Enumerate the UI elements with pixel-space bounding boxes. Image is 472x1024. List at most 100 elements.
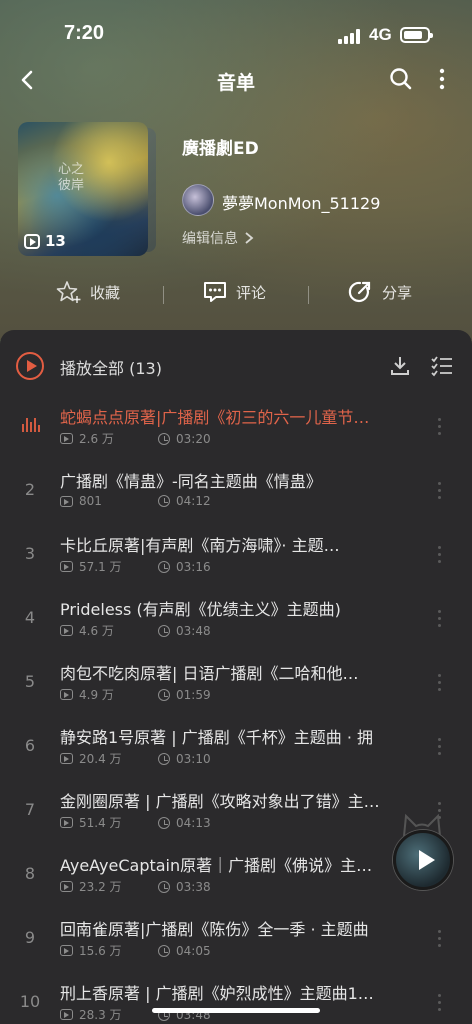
song-title: 回南雀原著|广播剧《陈伤》全一季 · 主题曲 [60, 920, 369, 939]
song-title: 静安路1号原著 | 广播剧《千杯》主题曲 · 拥 [60, 728, 374, 747]
signal-icon [338, 28, 362, 44]
song-row[interactable]: 10 刑上香原著 | 广播剧《妒烈成性》主题曲1… 28.3 万 03:48 [0, 972, 472, 1024]
status-bar: 7:20 4G [0, 0, 472, 60]
home-indicator[interactable] [152, 1008, 320, 1013]
play-all-row[interactable]: 播放全部 (13) [0, 348, 472, 384]
play-count: 801 [79, 494, 102, 508]
play-count: 15.6 万 [79, 944, 122, 958]
duration: 03:10 [176, 751, 211, 766]
comment-icon [204, 282, 226, 302]
search-icon[interactable] [388, 66, 414, 92]
divider [163, 286, 164, 304]
playlist-title: 廣播劇ED [182, 139, 259, 159]
avatar[interactable] [182, 184, 214, 216]
cover-caption: 心之 彼岸 [58, 162, 85, 193]
song-more-icon[interactable] [436, 608, 444, 628]
more-options-icon[interactable] [432, 66, 452, 92]
clock-icon [158, 752, 170, 765]
play-count-icon [60, 881, 73, 892]
mini-player-play-button[interactable] [393, 830, 453, 890]
author-name[interactable]: 夢夢MonMon_51129 [222, 190, 380, 214]
comment-button[interactable]: 评论 [202, 280, 266, 304]
song-more-icon[interactable] [436, 992, 444, 1012]
network-type: 4G [369, 25, 392, 44]
action-bar: 收藏 评论 分享 [0, 280, 472, 310]
song-meta: 4.9 万 01:59 [60, 686, 211, 703]
multi-select-icon[interactable] [430, 354, 454, 378]
track-index: 2 [24, 480, 36, 499]
play-count-icon [24, 233, 40, 249]
clock-icon [158, 816, 170, 829]
duration: 03:38 [176, 879, 211, 894]
song-meta: 57.1 万 03:16 [60, 558, 211, 575]
play-all-label[interactable]: 播放全部 (13) [60, 355, 162, 379]
play-count: 57.1 万 [79, 560, 122, 574]
song-meta: 2.6 万 03:20 [60, 430, 211, 447]
edit-info-link[interactable]: 编辑信息 [182, 228, 254, 248]
clock-icon [158, 624, 170, 637]
track-index: 4 [24, 608, 36, 627]
song-meta: 4.6 万 03:48 [60, 622, 211, 639]
song-more-icon[interactable] [436, 416, 444, 436]
play-count: 20.4 万 [79, 752, 122, 766]
duration: 04:12 [176, 494, 211, 508]
clock-icon [158, 432, 170, 445]
play-count: 28.3 万 [79, 1008, 122, 1022]
cover-track-count: 13 [24, 232, 66, 250]
song-more-icon[interactable] [436, 544, 444, 564]
play-count: 2.6 万 [79, 432, 114, 446]
play-all-icon[interactable] [16, 352, 44, 380]
duration: 04:05 [176, 943, 211, 958]
track-index: 6 [24, 736, 36, 755]
song-row[interactable]: 3 卡比丘原著|有声剧《南方海啸》· 主题… 57.1 万 03:16 [0, 524, 472, 588]
song-row[interactable]: 6 静安路1号原著 | 广播剧《千杯》主题曲 · 拥 20.4 万 03:10 [0, 716, 472, 780]
song-row[interactable]: 2 广播剧《情蛊》-同名主题曲《情蛊》 801 04:12 [0, 460, 472, 524]
share-button[interactable]: 分享 [348, 280, 412, 304]
play-count-icon [60, 561, 73, 572]
song-more-icon[interactable] [436, 672, 444, 692]
play-count-icon [60, 945, 73, 956]
song-more-icon[interactable] [436, 736, 444, 756]
collect-button[interactable]: 收藏 [56, 280, 120, 304]
battery-icon [400, 27, 433, 43]
duration: 03:20 [176, 431, 211, 446]
play-count-icon [60, 753, 73, 764]
song-row[interactable]: 蛇蝎点点原著|广播剧《初三的六一儿童节… 2.6 万 03:20 [0, 396, 472, 460]
song-meta: 15.6 万 04:05 [60, 942, 211, 959]
share-icon [348, 281, 371, 302]
play-count: 23.2 万 [79, 880, 122, 894]
song-title: 广播剧《情蛊》-同名主题曲《情蛊》 [60, 472, 322, 491]
song-row[interactable]: 9 回南雀原著|广播剧《陈伤》全一季 · 主题曲 15.6 万 04:05 [0, 908, 472, 972]
now-playing-wave-icon [22, 416, 40, 432]
clock-icon [158, 880, 170, 893]
song-more-icon[interactable] [436, 480, 444, 500]
duration: 03:16 [176, 559, 211, 574]
song-title: AyeAyeCaptain原著｜广播剧《佛说》主… [60, 856, 373, 875]
nav-header: 音单 [0, 60, 472, 100]
duration: 03:48 [176, 623, 211, 638]
track-index: 7 [24, 800, 36, 819]
divider [308, 286, 309, 304]
song-title: 卡比丘原著|有声剧《南方海啸》· 主题… [60, 536, 340, 555]
song-row[interactable]: 4 Prideless (有声剧《优绩主义》主题曲) 4.6 万 03:48 [0, 588, 472, 652]
song-title: 金刚圈原著 | 广播剧《攻略对象出了错》主… [60, 792, 380, 811]
download-icon[interactable] [388, 354, 412, 378]
duration: 01:59 [176, 687, 211, 702]
song-title: 刑上香原著 | 广播剧《妒烈成性》主题曲1… [60, 984, 374, 1003]
play-count-icon [60, 1009, 73, 1020]
clock-icon [158, 560, 170, 573]
song-more-icon[interactable] [436, 928, 444, 948]
song-meta: 801 04:12 [60, 494, 211, 508]
play-count: 4.9 万 [79, 688, 114, 702]
star-add-icon [56, 281, 81, 303]
play-count: 51.4 万 [79, 816, 122, 830]
track-index: 9 [24, 928, 36, 947]
play-count: 4.6 万 [79, 624, 114, 638]
song-row[interactable]: 5 肉包不吃肉原著| 日语广播剧《二哈和他… 4.9 万 01:59 [0, 652, 472, 716]
clock-icon [158, 495, 170, 507]
duration: 04:13 [176, 815, 211, 830]
play-count-icon [60, 817, 73, 828]
clock-icon [158, 688, 170, 701]
song-title: Prideless (有声剧《优绩主义》主题曲) [60, 600, 341, 619]
play-count-icon [60, 495, 73, 507]
